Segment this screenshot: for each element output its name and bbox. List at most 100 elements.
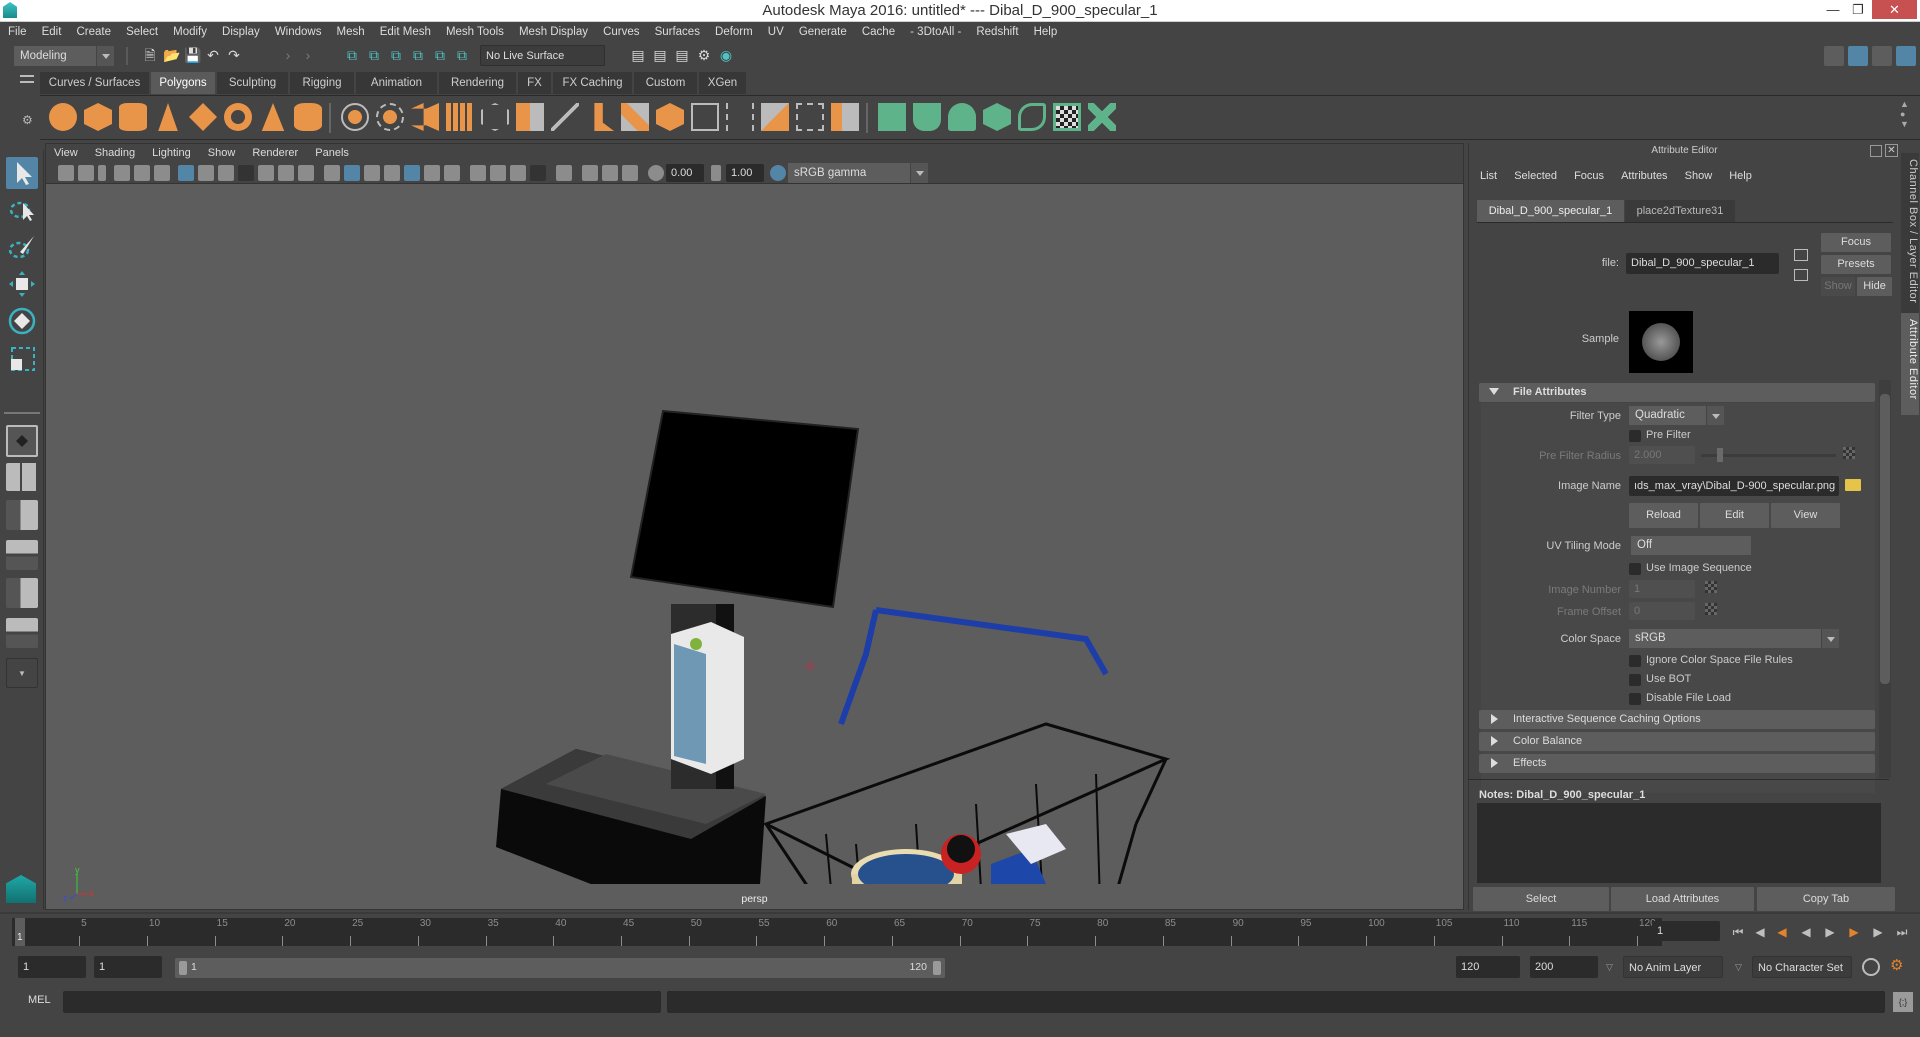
bevel-icon[interactable]: [551, 103, 579, 131]
step-forward-frame-button[interactable]: ▶: [1870, 924, 1886, 940]
poly-torus-icon[interactable]: [224, 103, 252, 131]
step-back-frame-button[interactable]: ◀​: [1752, 924, 1768, 940]
section-file-attributes[interactable]: File Attributes: [1479, 383, 1875, 402]
select-tool[interactable]: [6, 157, 38, 189]
step-forward-key-button[interactable]: ▶: [1846, 924, 1862, 940]
script-editor-icon[interactable]: {;}: [1893, 992, 1913, 1012]
animation-end-field[interactable]: 200: [1530, 956, 1598, 978]
ae-tab-place2dtexture[interactable]: place2dTexture31: [1625, 200, 1735, 222]
tab-channel-box-layer-editor[interactable]: Channel Box / Layer Editor: [1901, 153, 1919, 313]
play-forwards-button[interactable]: ▶: [1822, 924, 1838, 940]
poly-pipe-icon[interactable]: [294, 103, 322, 131]
go-to-end-button[interactable]: ⏭: [1894, 924, 1910, 940]
menu-windows[interactable]: Windows: [269, 22, 328, 42]
snap-curve-icon[interactable]: ⧉: [366, 47, 382, 63]
isolate-select-icon[interactable]: [556, 165, 572, 181]
xray-joints-icon[interactable]: [510, 165, 526, 181]
save-scene-icon[interactable]: 💾: [184, 47, 201, 63]
persp-outliner-layout[interactable]: [6, 500, 38, 530]
vp-menu-renderer[interactable]: Renderer: [245, 144, 305, 162]
range-start-handle[interactable]: [179, 961, 187, 975]
exposure-icon[interactable]: [648, 165, 664, 181]
current-time-marker[interactable]: 1: [15, 918, 25, 946]
grease-pencil-icon[interactable]: [154, 165, 170, 181]
snap-grid-icon[interactable]: ⧉: [344, 47, 360, 63]
map-button-icon[interactable]: [1705, 581, 1717, 593]
xray-active-icon[interactable]: [490, 165, 506, 181]
vp-menu-shading[interactable]: Shading: [88, 144, 142, 162]
ae-menu-help[interactable]: Help: [1722, 167, 1759, 185]
menu-mesh[interactable]: Mesh: [331, 22, 371, 42]
hide-button[interactable]: Hide: [1857, 277, 1892, 296]
range-end-handle[interactable]: [933, 961, 941, 975]
multi-cut-icon[interactable]: [691, 103, 719, 131]
shelf-tab-rigging[interactable]: Rigging: [290, 72, 355, 94]
play-backwards-button[interactable]: ◀: [1798, 924, 1814, 940]
menu-modify[interactable]: Modify: [167, 22, 213, 42]
edit-button[interactable]: Edit: [1700, 503, 1769, 528]
field-chart-icon[interactable]: [258, 165, 274, 181]
shelf-tab-sculpting[interactable]: Sculpting: [217, 72, 289, 94]
gate-mask-icon[interactable]: [238, 165, 254, 181]
use-all-lights-icon[interactable]: [424, 165, 440, 181]
camera-attributes-icon[interactable]: [78, 165, 94, 181]
open-scene-icon[interactable]: 📂: [163, 47, 180, 63]
close-button[interactable]: ✕: [1872, 0, 1917, 19]
use-bot-checkbox[interactable]: [1629, 674, 1641, 686]
menu-edit[interactable]: Edit: [36, 22, 68, 42]
menu-mesh-display[interactable]: Mesh Display: [513, 22, 594, 42]
insert-edge-loop-icon[interactable]: [726, 103, 754, 131]
map-button-icon[interactable]: [1843, 447, 1855, 459]
float-panel-icon[interactable]: [1870, 145, 1882, 157]
snap-view-plane-icon[interactable]: ⧉: [410, 47, 426, 63]
paint-select-tool[interactable]: [6, 231, 38, 263]
default-material-icon[interactable]: [384, 165, 400, 181]
copy-tab-button[interactable]: Copy Tab: [1757, 887, 1895, 911]
shelf-tab-rendering[interactable]: Rendering: [439, 72, 517, 94]
uv-editor-icon[interactable]: [1053, 103, 1081, 131]
animation-start-field[interactable]: 1: [18, 956, 86, 978]
color-space-dropdown[interactable]: sRGB: [1629, 629, 1839, 648]
time-slider[interactable]: 1 5 10 15 20 25 30 35 40 45 50 55 60 65 70 75 80 85 90 95 1…: [12, 918, 1662, 946]
wireframe-icon[interactable]: [324, 165, 340, 181]
spherical-mapping-icon[interactable]: [948, 103, 976, 131]
menu-redshift[interactable]: Redshift: [970, 22, 1024, 42]
attribute-editor-toggle-icon[interactable]: [1848, 46, 1868, 66]
cylindrical-mapping-icon[interactable]: [913, 103, 941, 131]
make-live-icon[interactable]: ⧉: [454, 47, 470, 63]
uv-tiling-mode-dropdown[interactable]: Off: [1631, 536, 1751, 555]
folder-browse-icon[interactable]: [1845, 479, 1861, 491]
xray-icon[interactable]: [470, 165, 486, 181]
section-color-balance[interactable]: Color Balance: [1479, 732, 1875, 751]
menuset-dropdown[interactable]: Modeling: [14, 46, 114, 66]
shelf-menu-icon[interactable]: [20, 75, 34, 83]
auto-key-sync-icon[interactable]: [1862, 958, 1880, 976]
vp-menu-lighting[interactable]: Lighting: [145, 144, 198, 162]
section-effects[interactable]: Effects: [1479, 754, 1875, 773]
animation-preferences-icon[interactable]: ⚙: [1890, 956, 1903, 974]
ae-menu-focus[interactable]: Focus: [1567, 167, 1611, 185]
move-tool[interactable]: [6, 268, 38, 300]
filter-type-dropdown[interactable]: Quadratic: [1629, 406, 1724, 425]
gamma-icon[interactable]: [711, 165, 721, 181]
render-current-icon[interactable]: ▤: [652, 47, 668, 63]
menu-create[interactable]: Create: [70, 22, 117, 42]
view-button[interactable]: View: [1771, 503, 1840, 528]
smooth-icon[interactable]: [446, 103, 474, 131]
ae-tab-file-node[interactable]: Dibal_D_900_specular_1: [1477, 200, 1624, 222]
shelf-tab-fx[interactable]: FX: [518, 72, 552, 94]
anim-layer-arrow-icon[interactable]: ▽: [1606, 962, 1613, 973]
hypershade-icon[interactable]: ◉: [718, 47, 734, 63]
scale-tool[interactable]: [6, 342, 38, 374]
menu-mesh-tools[interactable]: Mesh Tools: [440, 22, 510, 42]
redo-icon[interactable]: ↷: [226, 47, 242, 63]
shadows-icon[interactable]: [444, 165, 460, 181]
shelf-tab-fx-caching[interactable]: FX Caching: [553, 72, 633, 94]
color-transform-dropdown[interactable]: sRGB gamma: [788, 163, 928, 183]
safe-action-icon[interactable]: [278, 165, 294, 181]
notes-textarea[interactable]: [1477, 803, 1881, 883]
playback-start-field[interactable]: 1: [94, 956, 162, 978]
exposure-field[interactable]: 0.00: [666, 164, 704, 182]
menu-uv[interactable]: UV: [762, 22, 790, 42]
menu-3dtoall[interactable]: - 3DtoAll -: [904, 22, 967, 42]
